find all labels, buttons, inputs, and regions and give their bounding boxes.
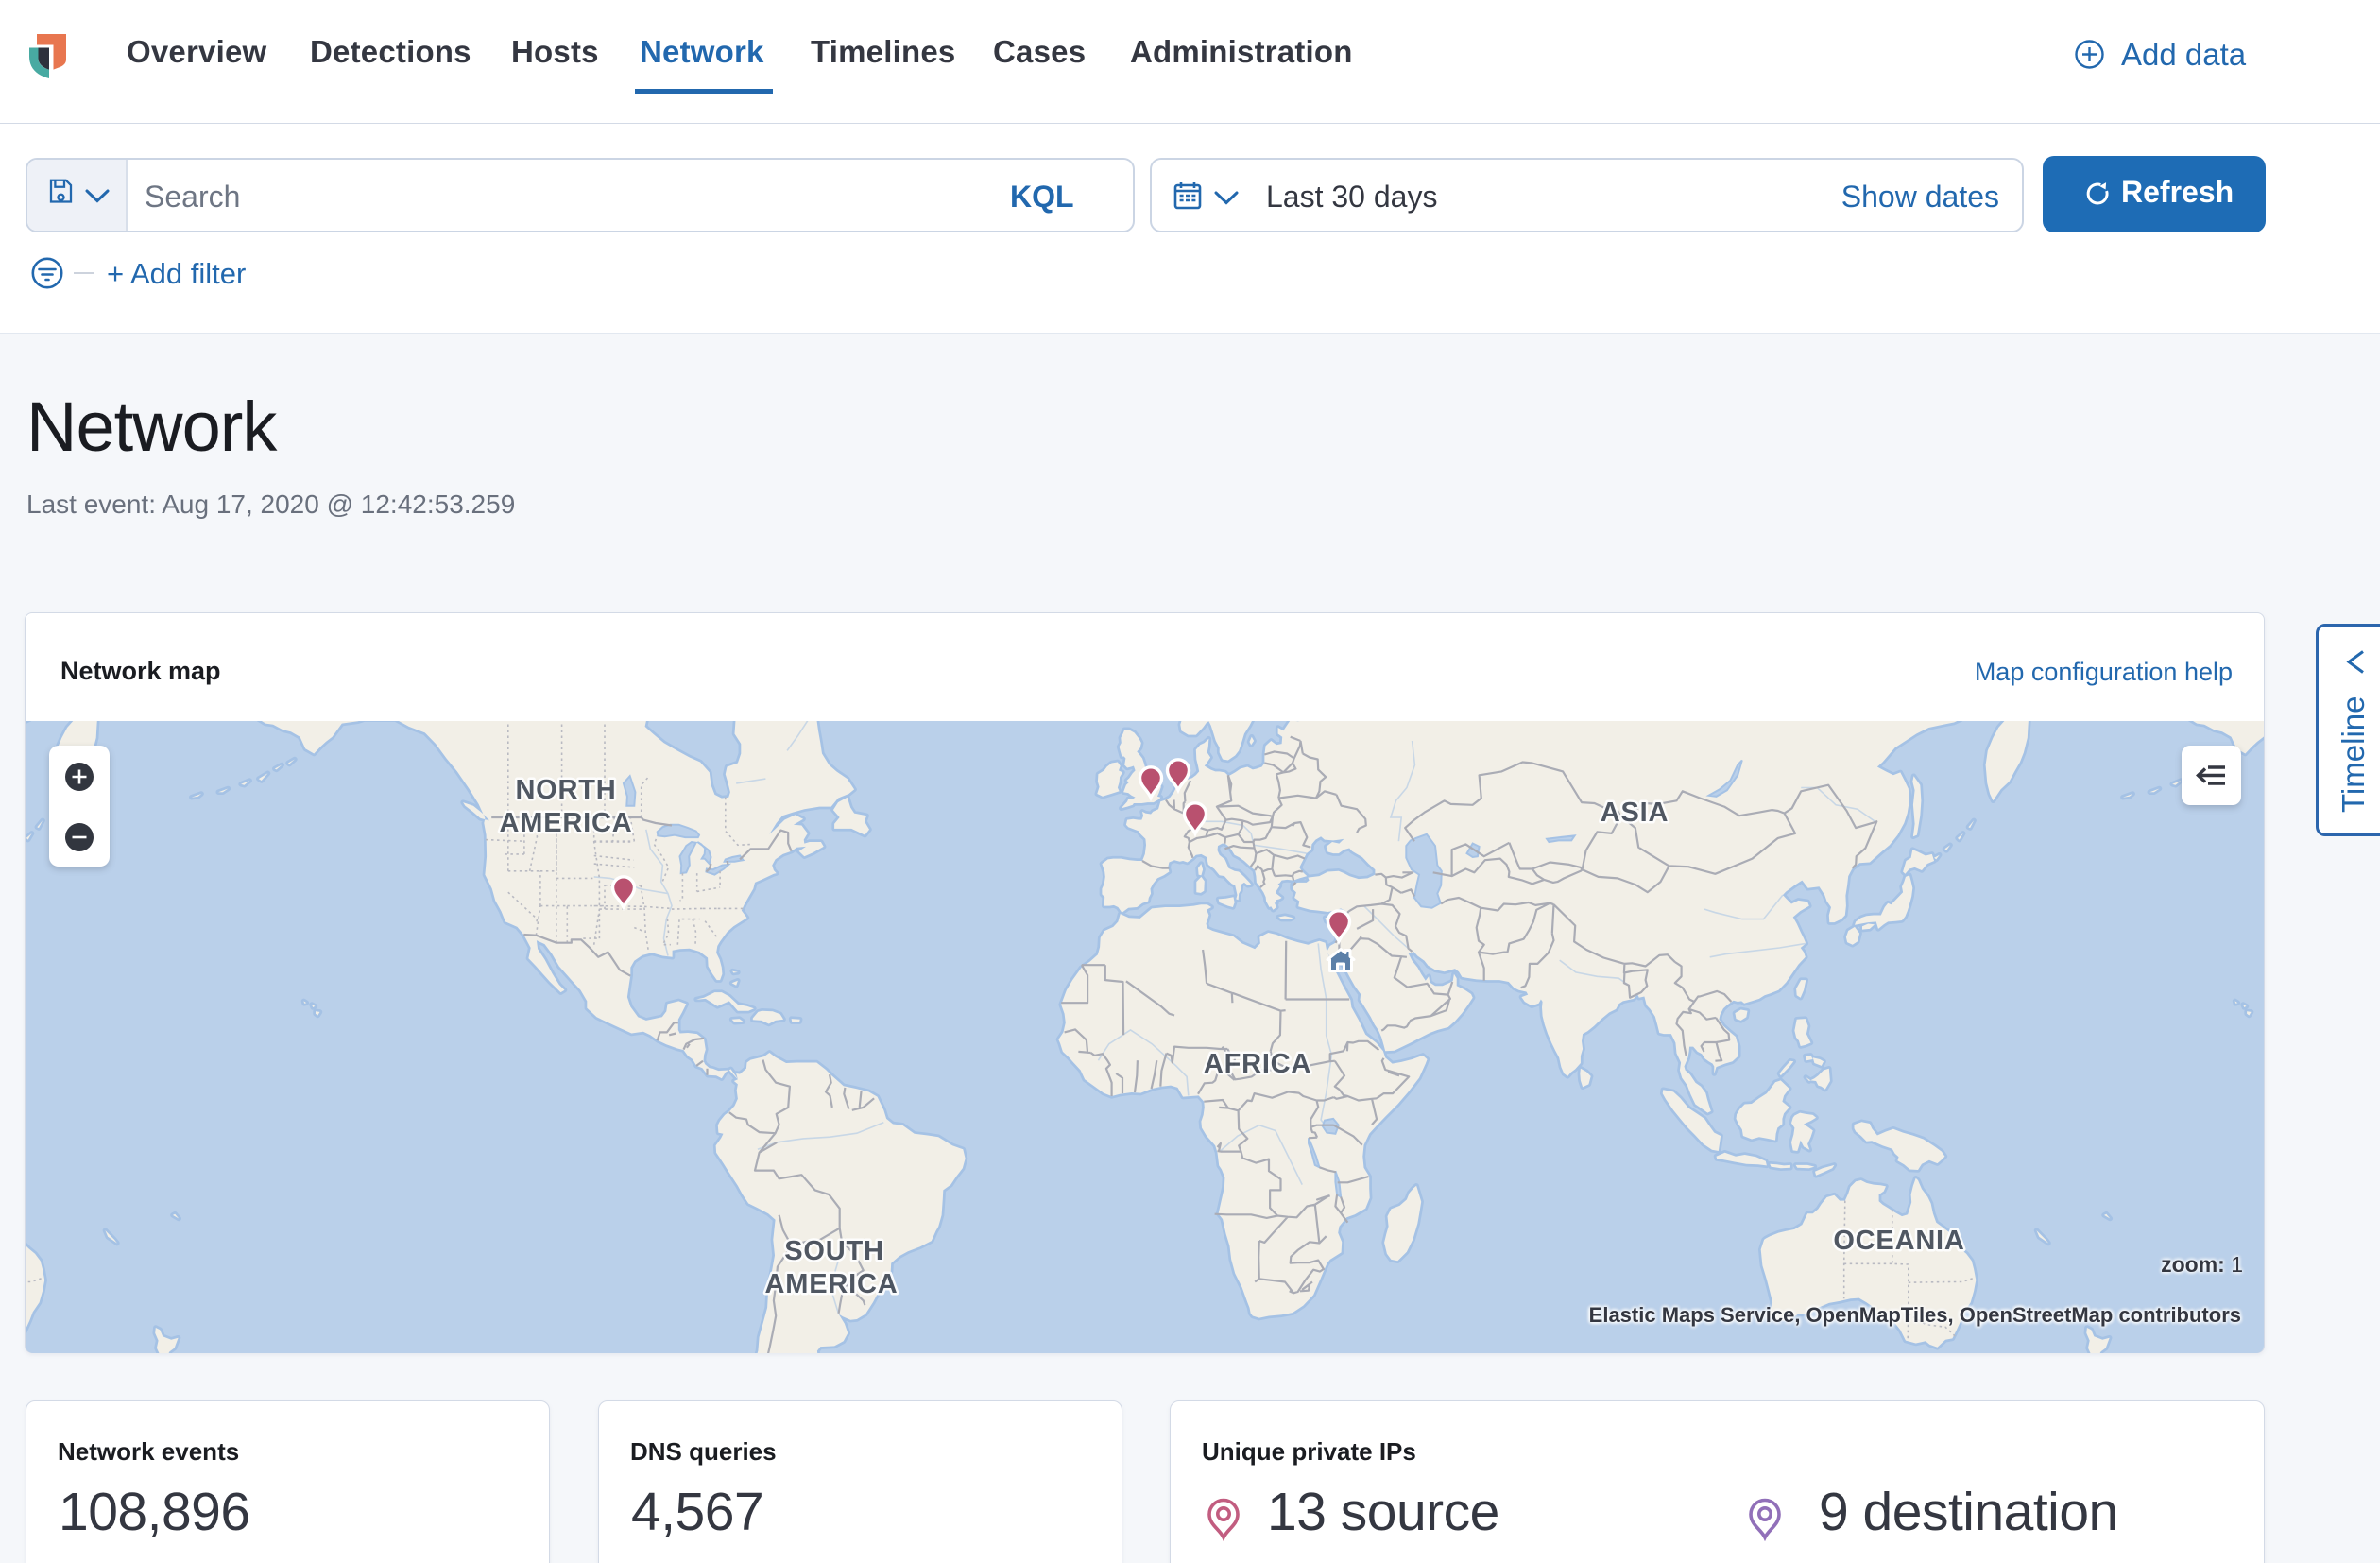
svg-text:AMERICA: AMERICA [765,1269,899,1299]
svg-text:AFRICA: AFRICA [1204,1049,1311,1079]
svg-text:SOUTH: SOUTH [784,1236,884,1266]
svg-text:ASIA: ASIA [1601,798,1669,828]
svg-text:NORTH: NORTH [515,775,616,805]
svg-text:OCEANIA: OCEANIA [1833,1226,1964,1256]
svg-text:AMERICA: AMERICA [500,808,633,838]
